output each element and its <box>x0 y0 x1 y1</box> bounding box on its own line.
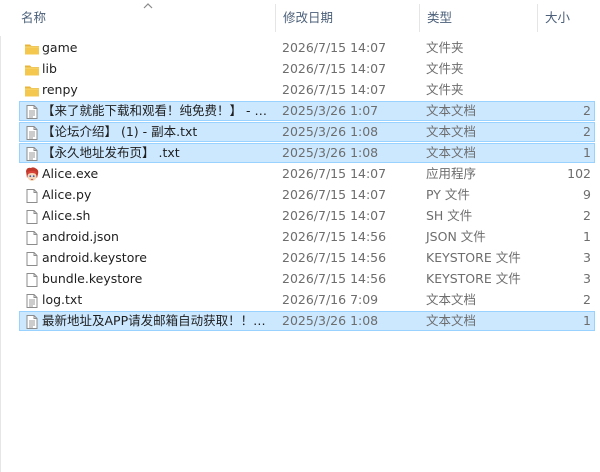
file-explorer-view: 名称 修改日期 类型 大小 game 2026/7/15 14:07 文件夹 lib 2… <box>0 0 600 472</box>
file-name: game <box>42 40 78 55</box>
text-document-icon <box>24 146 40 162</box>
file-name: Alice.py <box>42 187 92 202</box>
file-type: KEYSTORE 文件 <box>426 271 521 286</box>
file-row[interactable]: game 2026/7/15 14:07 文件夹 <box>19 38 595 58</box>
file-row[interactable]: Alice.exe 2026/7/15 14:07 应用程序 102 <box>19 164 595 184</box>
file-icon <box>24 272 40 288</box>
file-type: 文本文档 <box>426 124 477 139</box>
file-name: Alice.sh <box>42 208 91 223</box>
file-row[interactable]: 【来了就能下载和观看！纯免费！】 - 副本.txt 2025/3/26 1:07 文… <box>19 101 595 121</box>
file-date-modified: 2026/7/15 14:07 <box>282 187 387 202</box>
folder-icon <box>24 41 40 57</box>
column-header-type[interactable]: 类型 <box>420 0 538 36</box>
file-date-modified: 2026/7/16 7:09 <box>282 292 379 307</box>
file-type: 文件夹 <box>426 40 464 55</box>
file-date-modified: 2026/7/15 14:07 <box>282 40 387 55</box>
file-type: 文件夹 <box>426 82 464 97</box>
folder-icon <box>24 62 40 78</box>
file-row[interactable]: renpy 2026/7/15 14:07 文件夹 <box>19 80 595 100</box>
file-date-modified: 2026/7/15 14:07 <box>282 61 387 76</box>
file-date-modified: 2026/7/15 14:07 <box>282 166 387 181</box>
column-header-size[interactable]: 大小 <box>538 0 600 36</box>
file-date-modified: 2025/3/26 1:07 <box>282 103 379 118</box>
column-header-date-modified[interactable]: 修改日期 <box>276 0 420 36</box>
file-row[interactable]: 【永久地址发布页】 .txt 2025/3/26 1:08 文本文档 1 <box>19 143 595 163</box>
file-name: 【来了就能下载和观看！纯免费！】 - 副本.txt <box>42 103 276 118</box>
file-name: android.json <box>42 229 119 244</box>
file-name: android.keystore <box>42 250 147 265</box>
file-type: 文本文档 <box>426 292 477 307</box>
text-document-icon <box>24 125 40 141</box>
file-type: JSON 文件 <box>426 229 486 244</box>
file-size: 1 <box>583 145 591 160</box>
folder-icon <box>24 83 40 99</box>
file-size: 1 <box>583 229 591 244</box>
file-type: 文件夹 <box>426 61 464 76</box>
file-name: Alice.exe <box>42 166 99 181</box>
file-row[interactable]: 最新地址及APP请发邮箱自动获取！！！.txt 2025/3/26 1:08 文本文… <box>19 311 595 331</box>
file-row[interactable]: log.txt 2026/7/16 7:09 文本文档 2 <box>19 290 595 310</box>
column-header-name[interactable]: 名称 <box>14 0 276 36</box>
file-row[interactable]: android.keystore 2026/7/15 14:56 KEYSTORE … <box>19 248 595 268</box>
text-document-icon <box>24 314 40 330</box>
pane-border <box>0 0 1 472</box>
file-type: 文本文档 <box>426 145 477 160</box>
file-size: 9 <box>583 187 591 202</box>
file-type: SH 文件 <box>426 208 473 223</box>
file-type: 文本文档 <box>426 103 477 118</box>
file-row[interactable]: bundle.keystore 2026/7/15 14:56 KEYSTORE 文… <box>19 269 595 289</box>
file-name: lib <box>42 61 57 76</box>
renpy-app-icon <box>24 167 40 183</box>
file-name: log.txt <box>42 292 83 307</box>
file-date-modified: 2025/3/26 1:08 <box>282 313 379 328</box>
file-size: 2 <box>583 124 591 139</box>
file-date-modified: 2025/3/26 1:08 <box>282 145 379 160</box>
column-header-bar: 名称 修改日期 类型 大小 <box>0 0 600 36</box>
file-date-modified: 2026/7/15 14:56 <box>282 250 387 265</box>
file-icon <box>24 251 40 267</box>
file-row[interactable]: lib 2026/7/15 14:07 文件夹 <box>19 59 595 79</box>
file-date-modified: 2026/7/15 14:56 <box>282 229 387 244</box>
file-name: 最新地址及APP请发邮箱自动获取！！！.txt <box>42 313 276 328</box>
file-date-modified: 2026/7/15 14:07 <box>282 208 387 223</box>
file-size: 2 <box>583 103 591 118</box>
file-size: 2 <box>583 208 591 223</box>
file-type: KEYSTORE 文件 <box>426 250 521 265</box>
file-size: 102 <box>567 166 591 181</box>
file-size: 3 <box>583 250 591 265</box>
file-name: 【永久地址发布页】 .txt <box>42 145 180 160</box>
file-type: 文本文档 <box>426 313 477 328</box>
text-document-icon <box>24 293 40 309</box>
file-icon <box>24 209 40 225</box>
file-size: 2 <box>583 292 591 307</box>
file-date-modified: 2026/7/15 14:07 <box>282 82 387 97</box>
file-type: 应用程序 <box>426 166 477 181</box>
file-row[interactable]: 【论坛介绍】 (1) - 副本.txt 2025/3/26 1:08 文本文档 2 <box>19 122 595 142</box>
file-date-modified: 2025/3/26 1:08 <box>282 124 379 139</box>
file-row[interactable]: Alice.sh 2026/7/15 14:07 SH 文件 2 <box>19 206 595 226</box>
file-size: 1 <box>583 313 591 328</box>
file-name: renpy <box>42 82 78 97</box>
file-type: PY 文件 <box>426 187 470 202</box>
file-row[interactable]: Alice.py 2026/7/15 14:07 PY 文件 9 <box>19 185 595 205</box>
file-size: 3 <box>583 271 591 286</box>
file-row[interactable]: android.json 2026/7/15 14:56 JSON 文件 1 <box>19 227 595 247</box>
file-date-modified: 2026/7/15 14:56 <box>282 271 387 286</box>
text-document-icon <box>24 104 40 120</box>
file-icon <box>24 188 40 204</box>
file-name: 【论坛介绍】 (1) - 副本.txt <box>42 124 198 139</box>
file-name: bundle.keystore <box>42 271 143 286</box>
file-icon <box>24 230 40 246</box>
